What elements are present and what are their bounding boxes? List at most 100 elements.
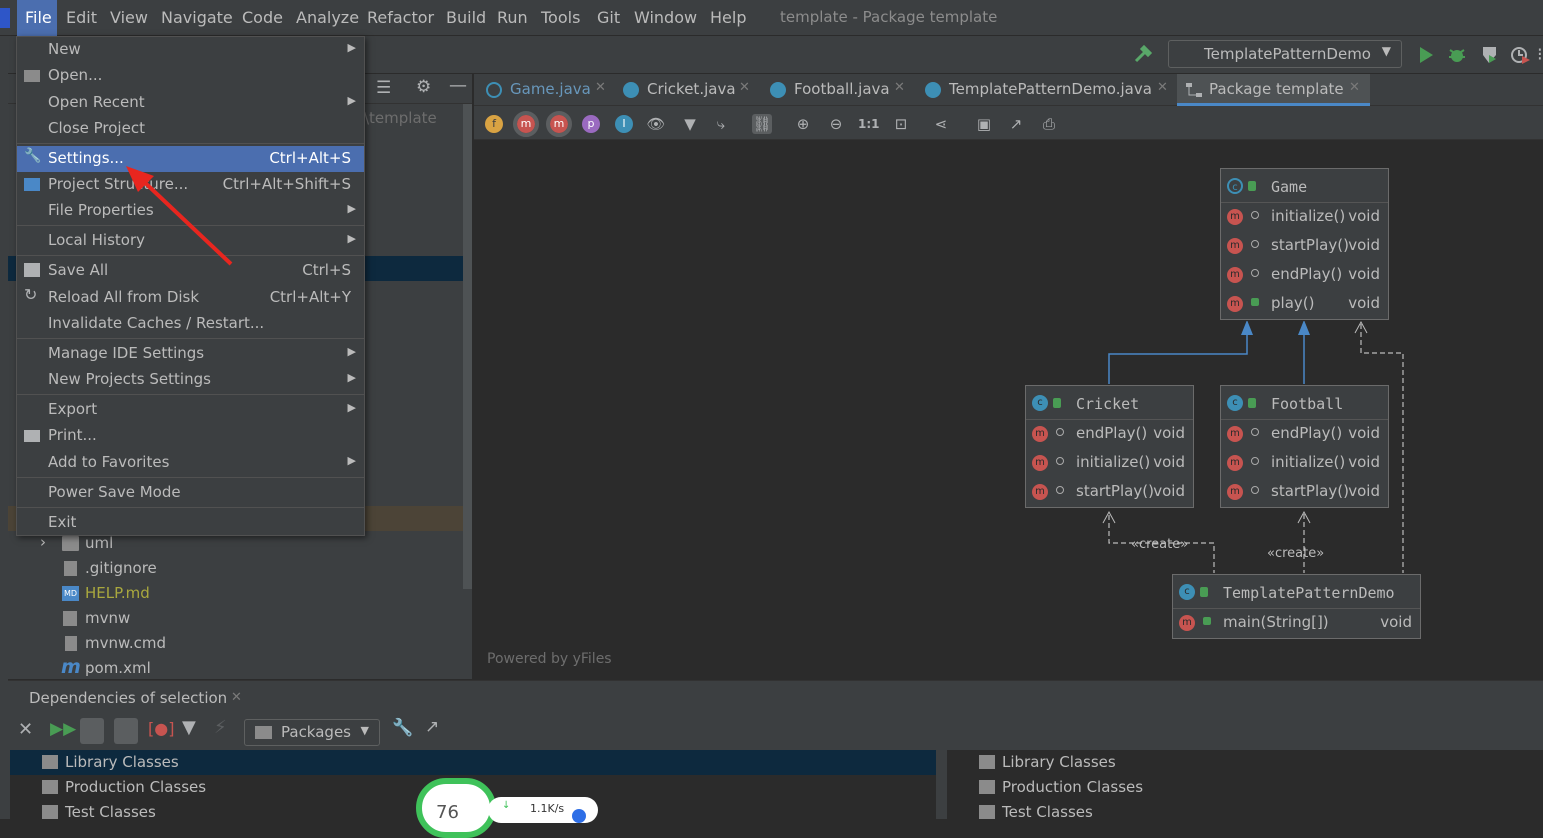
tree-item-gitignore[interactable]: .gitignore [8,556,463,581]
menu-item-reload-all[interactable]: ↻ Reload All from Disk Ctrl+Alt+Y [17,285,364,311]
menu-item-project-structure[interactable]: Project Structure... Ctrl+Alt+Shift+S [17,172,364,198]
methods-toggle-icon[interactable]: m [546,111,572,137]
menu-build[interactable]: Build [446,8,486,27]
menu-item-manage-ide-settings[interactable]: Manage IDE Settings ▶ [17,341,364,367]
menu-item-power-save-mode[interactable]: Power Save Mode [17,480,364,506]
tree-item-pom-xml[interactable]: m pom.xml [8,656,463,681]
route-edges-icon[interactable]: ⤷ [711,114,731,134]
collapse-all-icon[interactable]: ☰ [376,78,391,98]
menu-item-open-recent[interactable]: Open Recent ▶ [17,90,364,116]
menu-analyze[interactable]: Analyze [296,8,359,27]
close-icon[interactable]: ✕ [231,690,242,705]
menu-item-add-to-favorites[interactable]: Add to Favorites ▶ [17,450,364,476]
close-icon[interactable]: ✕ [894,80,905,95]
tab-templatepatterndemo-java[interactable]: TemplatePatternDemo.java ✕ [917,74,1170,106]
library-icon [42,755,58,769]
menu-run[interactable]: Run [497,8,528,27]
menu-view[interactable]: View [110,8,148,27]
menu-item-invalidate-caches[interactable]: Invalidate Caches / Restart... [17,311,364,337]
print-icon[interactable]: ⎙ [1039,114,1059,134]
layout-icon[interactable]: ⋖ [931,114,951,134]
tree-item-help-md[interactable]: MD HELP.md [8,581,463,606]
flatten-packages-icon[interactable] [80,718,104,744]
profiler-icon[interactable] [1510,45,1532,65]
save-diagram-icon[interactable]: ▣ [974,114,994,134]
tab-football-java[interactable]: Football.java ✕ [762,74,906,106]
menu-item-save-all[interactable]: Save All Ctrl+S [17,258,364,284]
tab-game-java[interactable]: Game.java ✕ [478,74,610,106]
diagram-canvas[interactable]: «create» «create» c Game m initialize() vo… [474,140,1543,679]
close-icon[interactable]: ✕ [1157,80,1168,95]
tree-item-production-classes[interactable]: Production Classes [947,775,1543,800]
build-hammer-icon[interactable] [1133,45,1153,65]
menu-item-new-projects-settings[interactable]: New Projects Settings ▶ [17,367,364,393]
menu-code[interactable]: Code [242,8,283,27]
filter-icon[interactable]: ▼ [182,717,196,738]
fields-toggle-icon[interactable]: f [485,115,503,133]
gear-icon[interactable]: ⚙ [416,77,431,97]
tree-item-test-classes[interactable]: Test Classes [947,800,1543,825]
menu-item-exit[interactable]: Exit [17,510,364,536]
menu-window[interactable]: Window [634,8,697,27]
wrench-icon[interactable]: 🔧 [392,718,413,738]
menu-item-label: Manage IDE Settings [48,344,205,362]
close-icon[interactable]: ✕ [739,80,750,95]
rerun-icon[interactable]: ▶▶ [50,719,76,739]
uml-class-game[interactable]: c Game m initialize() void m startPlay() voi… [1220,168,1389,320]
fit-content-icon[interactable]: ⊡ [891,114,911,134]
menu-item-file-properties[interactable]: File Properties ▶ [17,198,364,224]
more-icon[interactable]: ⁝ [1537,44,1543,65]
tab-package-template[interactable]: Package template ✕ [1177,74,1370,106]
network-monitor-widget[interactable]: 76 [416,778,496,838]
uml-class-football[interactable]: c Football m endPlay() void m initialize() v… [1220,385,1389,508]
eye-icon[interactable]: 👁 [646,114,666,134]
menu-navigate[interactable]: Navigate [161,8,233,27]
inner-classes-toggle-icon[interactable]: I [615,115,633,133]
export-icon[interactable]: ↗ [1006,114,1026,134]
link-icon[interactable]: ⛓ [752,114,772,134]
uml-class-header: c Cricket [1026,386,1193,420]
menu-item-export[interactable]: Export ▶ [17,397,364,423]
menu-tools[interactable]: Tools [541,8,580,27]
cyclic-dependencies-icon[interactable]: [●] [148,719,174,738]
run-icon[interactable] [1418,46,1434,64]
menu-file[interactable]: File [17,0,57,36]
run-configuration-select[interactable]: TemplatePatternDemo ▼ [1168,40,1402,68]
actual-size-icon[interactable]: 1:1 [858,114,880,134]
minimize-icon[interactable]: — [449,75,467,96]
close-icon[interactable]: ✕ [595,80,606,95]
menu-item-new[interactable]: New ▶ [17,37,364,63]
menu-item-local-history[interactable]: Local History ▶ [17,228,364,254]
uml-class-templatepatterndemo[interactable]: c TemplatePatternDemo m main(String[]) voi… [1172,574,1421,639]
close-icon[interactable]: ✕ [1349,80,1360,95]
menu-refactor[interactable]: Refactor [367,8,434,27]
scope-select[interactable]: Packages ▼ [244,719,380,746]
menu-item-close-project[interactable]: Close Project [17,116,364,142]
menu-item-settings[interactable]: 🔧 Settings... Ctrl+Alt+S [17,146,364,172]
method-icon: m [1227,426,1243,442]
menu-edit[interactable]: Edit [66,8,97,27]
zoom-in-icon[interactable]: ⊕ [793,114,813,134]
show-files-icon[interactable] [114,718,138,744]
uml-class-cricket[interactable]: c Cricket m endPlay() void m initialize() vo… [1025,385,1194,508]
tree-item-mvnw[interactable]: mvnw [8,606,463,631]
constructors-toggle-icon[interactable]: m [513,111,539,137]
tab-cricket-java[interactable]: Cricket.java ✕ [615,74,755,106]
menu-item-open[interactable]: Open... [17,63,364,89]
debug-icon[interactable] [1448,45,1466,65]
menu-help[interactable]: Help [710,8,746,27]
reload-icon: ↻ [24,285,38,304]
filter-icon[interactable]: ▼ [680,114,700,134]
properties-toggle-icon[interactable]: p [582,115,600,133]
export-icon[interactable]: ↗ [425,717,439,737]
tree-item-library-classes[interactable]: Library Classes [947,750,1543,775]
close-icon[interactable]: ✕ [18,719,33,740]
zoom-out-icon[interactable]: ⊖ [826,114,846,134]
menu-item-print[interactable]: Print... [17,423,364,449]
project-scrollbar[interactable] [463,104,472,589]
menu-git[interactable]: Git [597,8,620,27]
coverage-icon[interactable] [1480,45,1500,65]
tree-item-library-classes[interactable]: Library Classes [10,750,936,775]
lightning-icon[interactable]: ⚡ [214,717,227,738]
tree-item-mvnw-cmd[interactable]: mvnw.cmd [8,631,463,656]
